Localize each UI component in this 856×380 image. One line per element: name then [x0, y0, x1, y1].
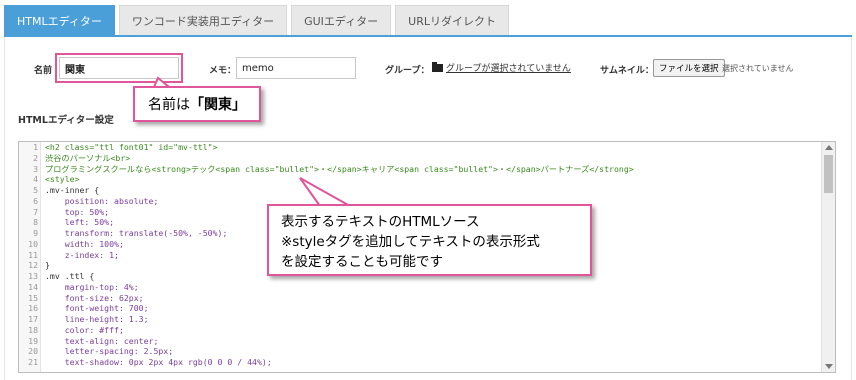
line-number: 3 — [33, 163, 38, 174]
line-number: 16 — [28, 303, 38, 314]
line-number: 21 — [28, 357, 38, 367]
memo-input[interactable] — [236, 57, 356, 79]
line-number: 11 — [28, 249, 38, 260]
line-number: 5 — [33, 185, 38, 195]
code-text: プログラミングスクールなら<strong>テック<span class="bul… — [45, 163, 634, 174]
line-number: 4 — [33, 174, 38, 185]
memo-label: メモ： — [209, 66, 237, 76]
code-line: 17 line-height: 1.3; — [19, 314, 821, 325]
scroll-thumb[interactable] — [824, 155, 833, 193]
code-text: width: 100%; — [45, 238, 124, 249]
code-line: 19 text-align: center; — [19, 336, 821, 347]
code-text: text-align: center; — [45, 335, 159, 346]
tab-gui-editor[interactable]: GUIエディター — [291, 5, 392, 35]
code-line: 1 <h2 class="ttl font01" id="mv-ttl"> — [19, 142, 821, 153]
code-text: line-height: 1.3; — [45, 314, 149, 324]
editor-scrollbar[interactable] — [821, 142, 835, 372]
line-number: 12 — [28, 260, 38, 271]
code-text: text-shadow: 0px 2px 4px rgb(0 0 0 / 44%… — [45, 357, 272, 367]
code-line: 20 letter-spacing: 2.5px; — [19, 346, 821, 357]
file-status: 選択されていません — [722, 64, 794, 73]
line-number: 6 — [33, 195, 38, 206]
name-callout-value: 「関東」 — [190, 97, 246, 113]
line-number: 2 — [33, 152, 38, 163]
code-text: } — [45, 260, 50, 271]
code-line: 5 .mv-inner { — [19, 185, 821, 196]
code-line: 4 <style> — [19, 174, 821, 185]
code-text: position: absolute; — [45, 195, 159, 206]
code-text: left: 50%; — [45, 217, 115, 228]
code-line: 3 プログラミングスクールなら<strong>テック<span class="bu… — [19, 164, 821, 175]
tab-html-editor[interactable]: HTMLエディター — [4, 5, 115, 35]
code-text: .mv-inner { — [45, 185, 100, 195]
code-text: transform: translate(-50%, -50%); — [45, 228, 228, 238]
thumbnail-label: サムネイル： — [600, 66, 654, 76]
code-line: 15 font-size: 62px; — [19, 293, 821, 304]
folder-icon — [432, 61, 443, 72]
line-number: 19 — [28, 335, 38, 346]
code-text: .mv .ttl { — [45, 271, 95, 281]
line-number: 15 — [28, 292, 38, 303]
code-text: margin-top: 4%; — [45, 281, 139, 292]
html-editor-settings-title: HTMLエディター設定 — [18, 115, 114, 126]
line-number: 7 — [33, 206, 38, 217]
code-line: 16 font-weight: 700; — [19, 303, 821, 314]
group-select-link[interactable]: グループが選択されていません — [446, 61, 571, 74]
line-number: 18 — [28, 324, 38, 335]
name-callout-prefix: 名前は — [148, 97, 190, 113]
code-text: <h2 class="ttl font01" id="mv-ttl"> — [45, 142, 218, 152]
line-number: 10 — [28, 238, 38, 249]
scroll-down-icon[interactable] — [825, 364, 833, 369]
code-line: 14 margin-top: 4%; — [19, 282, 821, 293]
code-line: 2 渋谷のパーソナル<br> — [19, 153, 821, 164]
tab-onecode-editor[interactable]: ワンコード実装用エディター — [118, 5, 288, 35]
name-callout: 名前は 「関東」 — [133, 86, 261, 122]
code-text: <style> — [45, 174, 80, 185]
source-callout: 表示するテキストのHTMLソース ※styleタグを追加してテキストの表示形式 … — [267, 204, 592, 276]
line-number: 9 — [33, 228, 38, 238]
code-text: letter-spacing: 2.5px; — [45, 346, 174, 357]
line-number: 13 — [28, 271, 38, 281]
choose-file-button[interactable]: ファイルを選択 — [653, 59, 725, 77]
tab-url-redirect[interactable]: URLリダイレクト — [395, 5, 509, 35]
code-text: 渋谷のパーソナル<br> — [45, 152, 131, 163]
line-number: 20 — [28, 346, 38, 357]
code-text: font-weight: 700; — [45, 303, 149, 314]
line-number: 8 — [33, 217, 38, 228]
source-callout-line2: ※styleタグを追加してテキストの表示形式 — [281, 234, 540, 250]
code-line: 18 color: #fff; — [19, 325, 821, 336]
code-text: top: 50%; — [45, 206, 110, 217]
line-number: 14 — [28, 281, 38, 292]
code-line: 21 text-shadow: 0px 2px 4px rgb(0 0 0 / … — [19, 357, 821, 368]
line-number: 1 — [33, 142, 38, 152]
group-label: グループ： — [385, 66, 430, 76]
code-text: font-size: 62px; — [45, 292, 144, 303]
editor-tabs: HTMLエディター ワンコード実装用エディター GUIエディター URLリダイレ… — [4, 5, 509, 35]
group-selector: グループが選択されていません — [432, 61, 571, 74]
code-text: z-index: 1; — [45, 249, 119, 260]
source-callout-line3: を設定することも可能です — [281, 254, 443, 270]
code-text: color: #fff; — [45, 324, 124, 335]
source-callout-line1: 表示するテキストのHTMLソース — [281, 214, 480, 230]
line-number: 17 — [28, 314, 38, 324]
name-label: 名前 — [34, 66, 53, 76]
scroll-up-icon[interactable] — [825, 145, 833, 150]
